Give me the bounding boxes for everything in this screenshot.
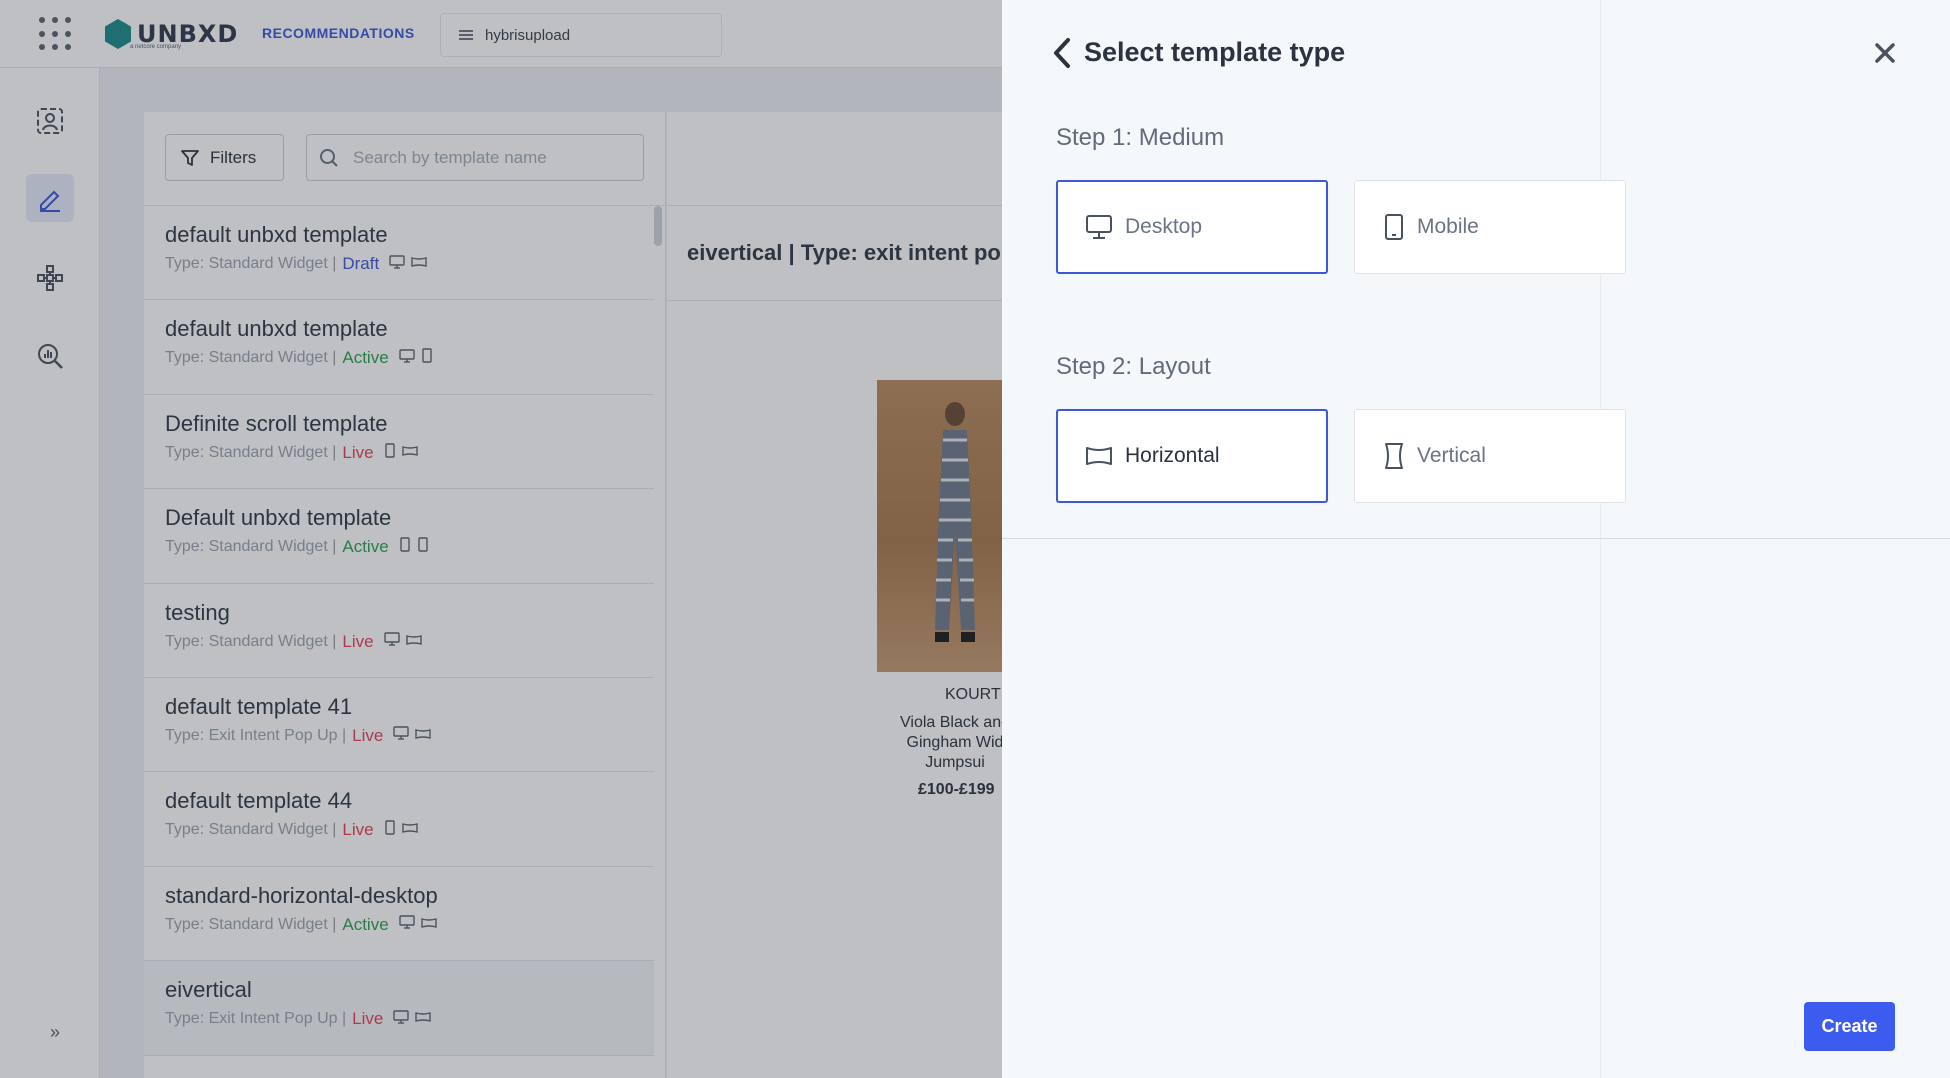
option-mobile[interactable]: Mobile: [1354, 180, 1626, 274]
create-button[interactable]: Create: [1804, 1002, 1895, 1051]
close-button[interactable]: [1870, 38, 1900, 68]
vertical-layout-icon: [1385, 443, 1403, 469]
close-icon: [1875, 43, 1895, 63]
drawer-title: Select template type: [1084, 37, 1346, 67]
modal-backdrop[interactable]: [0, 0, 1002, 1078]
option-desktop-label: Desktop: [1125, 215, 1203, 238]
option-vertical[interactable]: Vertical: [1354, 409, 1626, 503]
chevron-left-icon: [1054, 38, 1070, 68]
option-mobile-label: Mobile: [1417, 215, 1479, 238]
option-horizontal-label: Horizontal: [1125, 444, 1220, 467]
option-desktop[interactable]: Desktop: [1056, 180, 1328, 274]
back-button[interactable]: [1052, 36, 1076, 70]
option-vertical-label: Vertical: [1417, 444, 1486, 467]
drawer-guide-line: [1600, 0, 1601, 1078]
drawer-divider: [1002, 538, 1950, 539]
option-horizontal[interactable]: Horizontal: [1056, 409, 1328, 503]
step2-label: Step 2: Layout: [1056, 353, 1211, 380]
template-type-drawer: Select template type Step 1: Medium Desk…: [1002, 0, 1950, 1078]
horizontal-layout-icon: [1086, 447, 1112, 465]
step1-label: Step 1: Medium: [1056, 124, 1225, 151]
desktop-icon: [1086, 215, 1112, 239]
mobile-icon: [1385, 214, 1403, 240]
